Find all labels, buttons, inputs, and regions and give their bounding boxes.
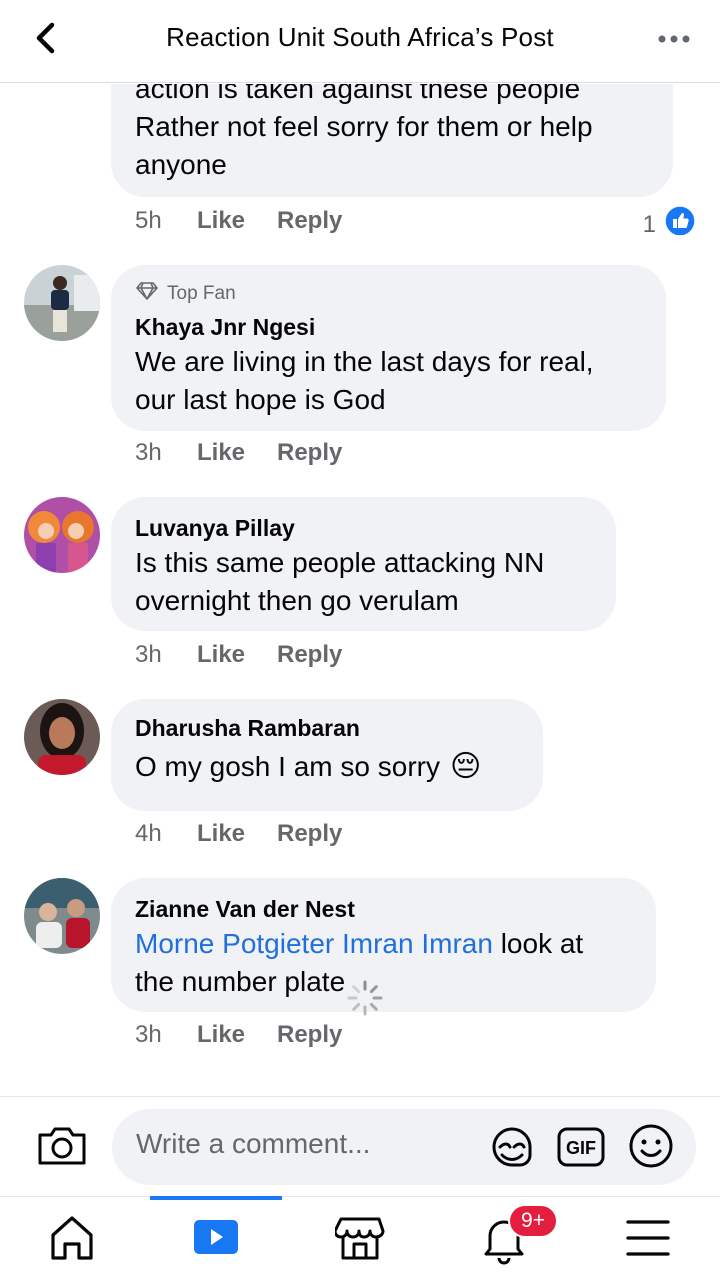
top-bar: Reaction Unit South Africa’s Post <box>0 0 720 83</box>
reply-button[interactable]: Reply <box>277 820 342 848</box>
top-fan-badge: Top Fan <box>135 281 642 307</box>
reply-button[interactable]: Reply <box>277 1021 342 1049</box>
tab-notifications[interactable] <box>432 1197 576 1280</box>
page-title: Reaction Unit South Africa’s Post <box>166 22 554 52</box>
like-thumb-icon <box>664 205 696 244</box>
comment-author[interactable]: Khaya Jnr Ngesi <box>135 314 642 341</box>
notification-badge: 9+ <box>508 1204 558 1238</box>
tab-watch[interactable] <box>144 1197 288 1280</box>
active-tab-indicator <box>150 1196 282 1200</box>
camera-icon[interactable] <box>36 1121 88 1169</box>
tab-menu[interactable] <box>576 1197 720 1280</box>
comment-time: 3h <box>135 641 162 668</box>
emoji-icon[interactable] <box>628 1123 674 1169</box>
tab-home[interactable] <box>0 1197 144 1280</box>
comment-text: look at <box>492 928 584 959</box>
reply-button[interactable]: Reply <box>277 207 342 235</box>
svg-text:GIF: GIF <box>566 1138 596 1158</box>
comment-time: 3h <box>135 1021 162 1048</box>
gif-icon[interactable]: GIF <box>556 1123 606 1171</box>
sticker-icon[interactable] <box>488 1123 536 1171</box>
like-button[interactable]: Like <box>197 641 277 669</box>
comment-actions: 3h Like Reply <box>135 439 342 467</box>
mention-link[interactable]: Morne Potgieter Imran Imran <box>135 928 493 959</box>
comment-bubble[interactable]: Top Fan Khaya Jnr Ngesi We are living in… <box>111 265 666 431</box>
more-dots-icon[interactable] <box>656 24 692 54</box>
like-button[interactable]: Like <box>197 1021 277 1049</box>
avatar[interactable] <box>24 878 100 954</box>
reply-button[interactable]: Reply <box>277 439 342 467</box>
comment-time: 4h <box>135 820 162 847</box>
reply-button[interactable]: Reply <box>277 641 342 669</box>
comment-bubble[interactable]: Dharusha Rambaran O my gosh I am so sorr… <box>111 699 543 811</box>
comment-time: 3h <box>135 439 162 466</box>
comment-author[interactable]: Zianne Van der Nest <box>135 896 632 923</box>
bottom-tab-bar <box>0 1196 720 1280</box>
comment-text: overnight then go verulam <box>135 585 459 616</box>
comment-input[interactable]: Write a comment... GIF <box>112 1109 696 1185</box>
comment-bubble[interactable]: Luvanya Pillay Is this same people attac… <box>111 497 616 631</box>
comment-text: action is taken against these people <box>135 84 581 104</box>
reaction-count[interactable]: 1 <box>643 205 696 244</box>
comment-time: 5h <box>135 207 162 234</box>
tab-marketplace[interactable] <box>288 1197 432 1280</box>
comment-author[interactable]: Luvanya Pillay <box>135 515 592 542</box>
comment-list: action is taken against these people Rat… <box>0 84 720 1096</box>
comment-text: Rather not feel sorry for them or help <box>135 111 593 142</box>
comment-actions: 3h Like Reply <box>135 641 342 669</box>
comment-bubble[interactable]: action is taken against these people Rat… <box>111 84 673 197</box>
loading-spinner-icon <box>346 979 384 1017</box>
comment-input-placeholder: Write a comment... <box>136 1128 371 1159</box>
comment-text: anyone <box>135 149 227 180</box>
comment-text: We are living in the last days for real, <box>135 346 594 377</box>
diamond-icon <box>135 281 159 307</box>
avatar[interactable] <box>24 699 100 775</box>
top-fan-label: Top Fan <box>167 283 236 304</box>
comment-text: our last hope is God <box>135 384 386 415</box>
avatar[interactable] <box>24 265 100 341</box>
comment-actions: 4h Like Reply <box>135 820 342 848</box>
comment-text: O my gosh I am so sorry <box>135 751 440 782</box>
pensive-emoji: 😔 <box>449 750 482 783</box>
reaction-count-number: 1 <box>642 210 656 238</box>
avatar[interactable] <box>24 497 100 573</box>
comment-actions: 3h Like Reply <box>135 1021 342 1049</box>
like-button[interactable]: Like <box>197 439 277 467</box>
comment-actions: 5h Like Reply <box>135 207 342 235</box>
like-button[interactable]: Like <box>197 207 277 235</box>
like-button[interactable]: Like <box>197 820 277 848</box>
comment-composer: Write a comment... GIF <box>0 1096 720 1196</box>
comment-author[interactable]: Dharusha Rambaran <box>135 715 519 742</box>
comment-text: Is this same people attacking NN <box>135 547 545 578</box>
